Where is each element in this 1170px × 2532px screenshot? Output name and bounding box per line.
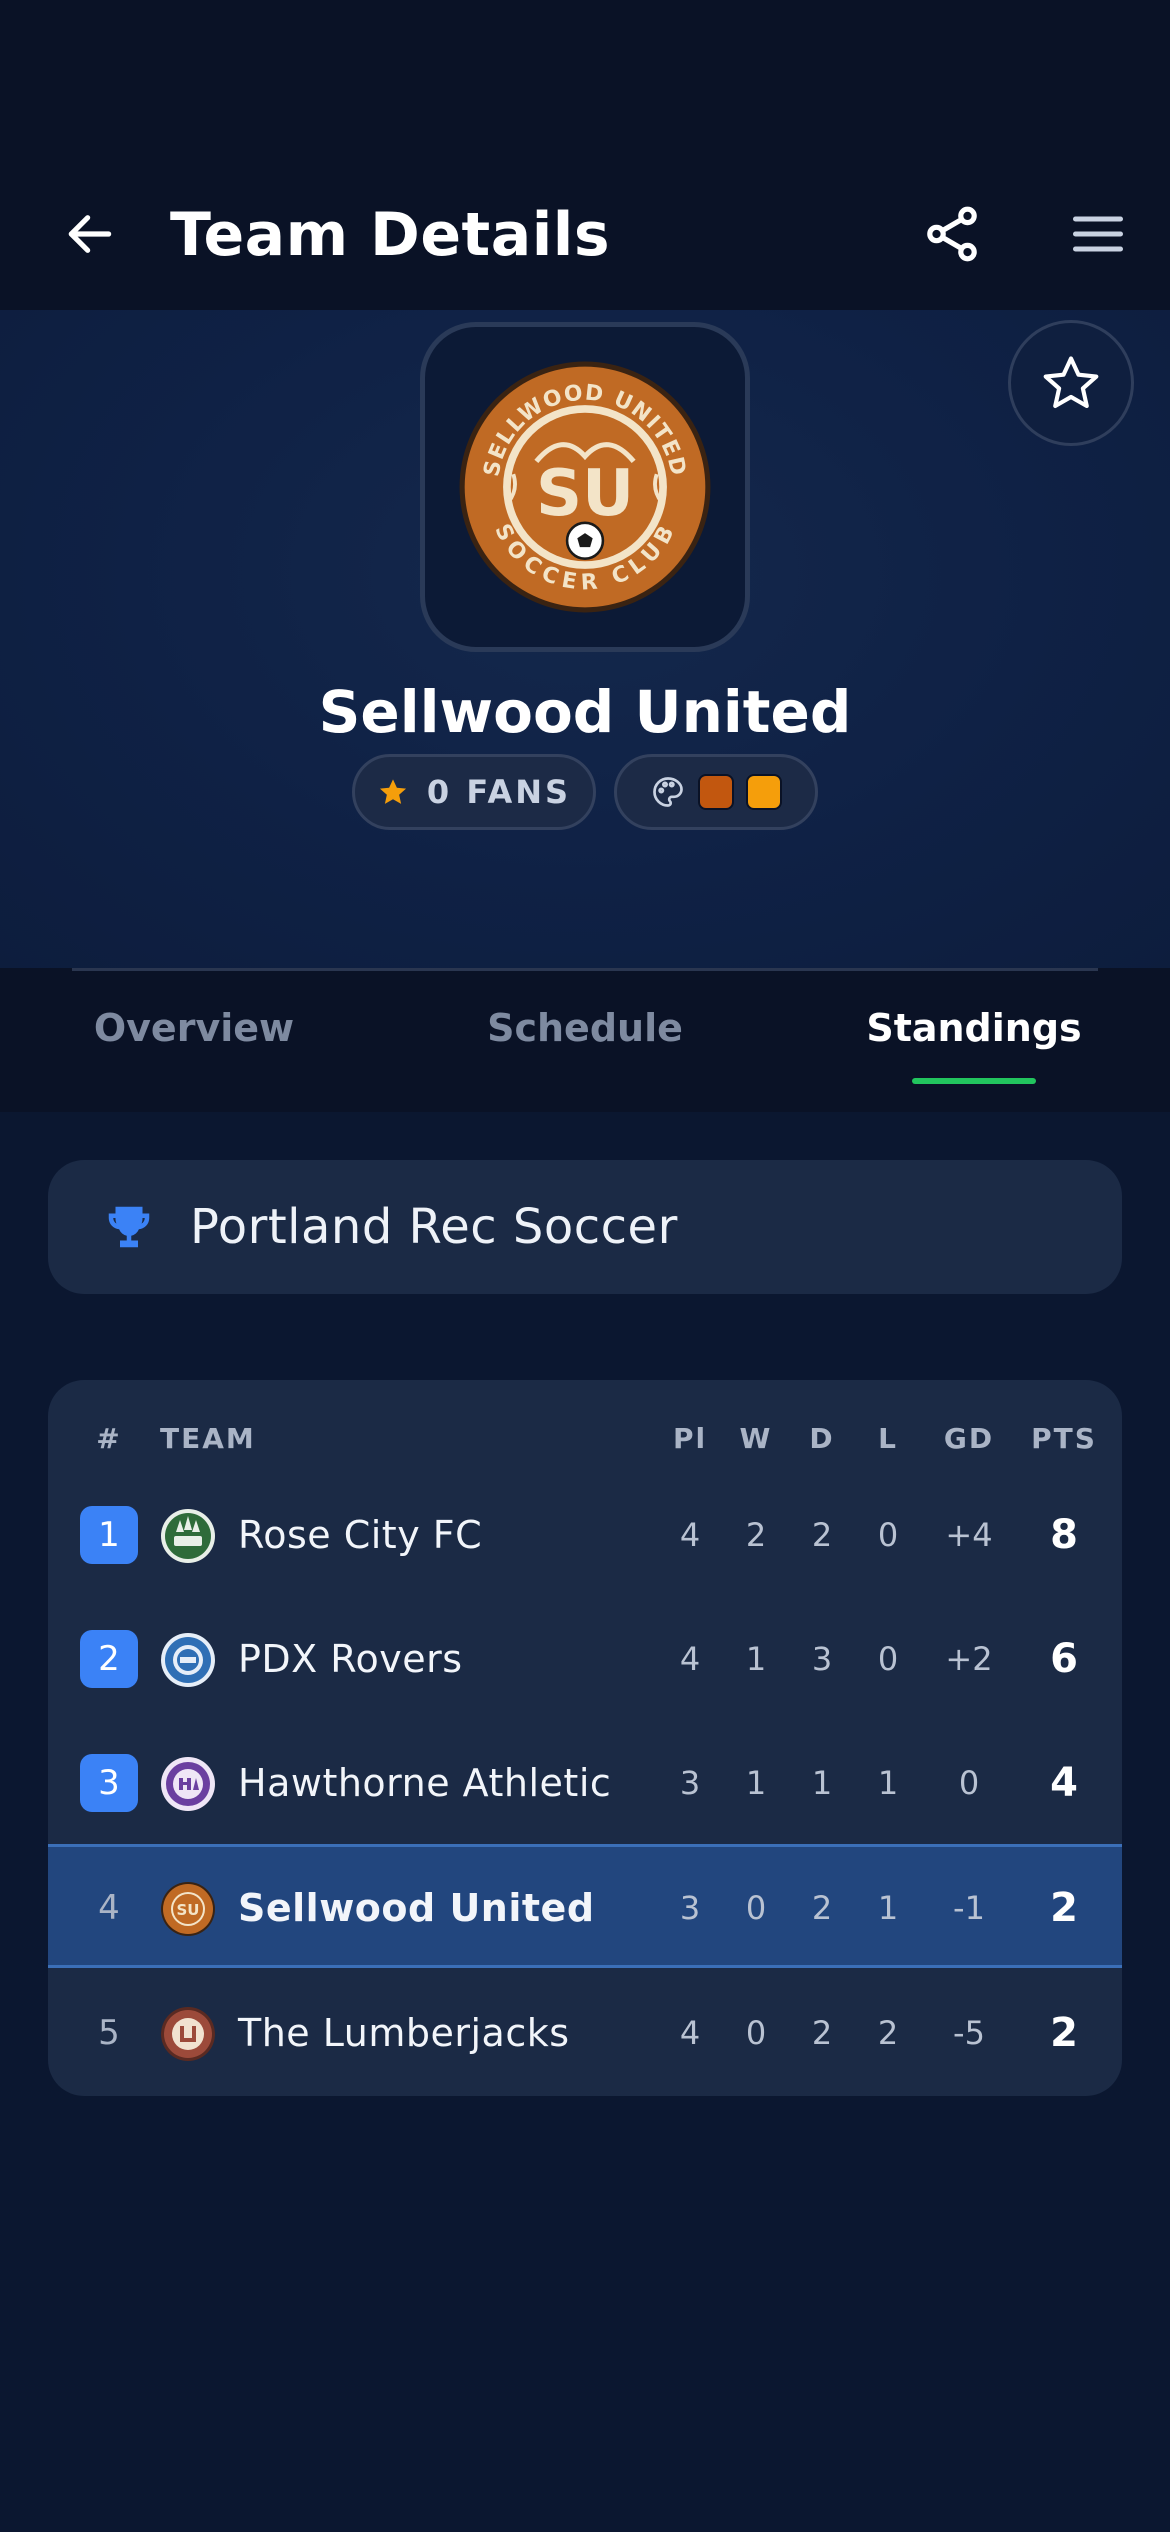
losses-cell: 0 xyxy=(877,1516,899,1554)
draws-cell: 2 xyxy=(811,1516,833,1554)
table-row[interactable]: 5 The Lumberjacks 4 0 2 2 -5 2 xyxy=(48,1972,1122,2096)
table-row-current-team[interactable]: 4 SU Sellwood United 3 0 2 1 -1 2 xyxy=(48,1844,1122,1968)
fans-count-pill[interactable]: 0 FANS xyxy=(352,754,596,830)
tab-bar: Overview Schedule Standings xyxy=(0,968,1170,1112)
played-cell: 4 xyxy=(679,2014,701,2052)
team-logo-hawthorne xyxy=(160,1756,216,1812)
favorite-button[interactable] xyxy=(1008,320,1134,446)
trophy-icon xyxy=(108,1206,150,1248)
points-cell: 8 xyxy=(1050,1512,1078,1558)
losses-cell: 2 xyxy=(877,2014,899,2052)
column-header-draws: D xyxy=(809,1422,835,1455)
tab-standings[interactable]: Standings xyxy=(794,998,1154,1058)
draws-cell: 1 xyxy=(811,1764,833,1802)
rank-label: 4 xyxy=(98,1888,120,1928)
column-header-rank: # xyxy=(96,1422,122,1455)
team-name-cell: Rose City FC xyxy=(238,1513,483,1557)
back-button[interactable] xyxy=(52,196,128,272)
team-name-cell: Sellwood United xyxy=(238,1886,595,1930)
draws-cell: 2 xyxy=(811,1889,833,1927)
column-header-goal-diff: GD xyxy=(943,1422,995,1455)
team-logo-sellwood: SU xyxy=(160,1881,216,1937)
svg-text:SU: SU xyxy=(177,1901,200,1919)
team-logo-pdx-rovers xyxy=(160,1632,216,1688)
wins-cell: 1 xyxy=(745,1640,767,1678)
active-tab-indicator xyxy=(912,1078,1036,1084)
draws-cell: 3 xyxy=(811,1640,833,1678)
team-hero: SELLWOOD UNITED SOCCER CLUB SU Sellwood … xyxy=(0,310,1170,968)
losses-cell: 1 xyxy=(877,1764,899,1802)
hawthorne-crest xyxy=(161,1757,215,1811)
team-name-cell: The Lumberjacks xyxy=(238,2011,570,2055)
rank-badge: 3 xyxy=(80,1754,138,1812)
losses-cell: 0 xyxy=(877,1640,899,1678)
column-header-team: TEAM xyxy=(160,1422,256,1455)
table-row[interactable]: 2 PDX Rovers 4 1 3 0 +2 6 xyxy=(48,1598,1122,1722)
wins-cell: 1 xyxy=(745,1764,767,1802)
goal-diff-cell: +2 xyxy=(945,1640,993,1678)
page-title: Team Details xyxy=(170,200,611,270)
column-header-points: PTS xyxy=(1031,1422,1097,1455)
league-name: Portland Rec Soccer xyxy=(190,1199,678,1255)
played-cell: 3 xyxy=(679,1764,701,1802)
tab-overview[interactable]: Overview xyxy=(14,998,374,1058)
top-app-bar: Team Details xyxy=(0,160,1170,310)
team-crest: SELLWOOD UNITED SOCCER CLUB SU xyxy=(459,361,711,613)
sellwood-crest: SU xyxy=(161,1882,215,1936)
column-header-losses: L xyxy=(878,1422,898,1455)
tab-bar-divider xyxy=(72,968,1098,971)
points-cell: 6 xyxy=(1050,1636,1078,1682)
team-logo-lumberjacks xyxy=(160,2006,216,2062)
rose-city-crest xyxy=(161,1509,215,1563)
team-name-cell: PDX Rovers xyxy=(238,1637,463,1681)
played-cell: 3 xyxy=(679,1889,701,1927)
standings-table: # TEAM Pl W D L GD PTS 1 Rose City FC 4 … xyxy=(48,1380,1122,2096)
losses-cell: 1 xyxy=(877,1889,899,1927)
column-header-wins: W xyxy=(739,1422,773,1455)
table-row[interactable]: 1 Rose City FC 4 2 2 0 +4 8 xyxy=(48,1474,1122,1598)
goal-diff-cell: 0 xyxy=(958,1764,980,1802)
points-cell: 2 xyxy=(1050,1885,1078,1931)
team-color-primary-swatch xyxy=(698,774,734,810)
star-outline-icon xyxy=(1043,356,1099,409)
wins-cell: 2 xyxy=(745,1516,767,1554)
share-icon xyxy=(927,206,977,262)
league-card[interactable]: Portland Rec Soccer xyxy=(48,1160,1122,1294)
points-cell: 2 xyxy=(1050,2010,1078,2056)
goal-diff-cell: -5 xyxy=(953,2014,985,2052)
team-name: Sellwood United xyxy=(318,678,852,746)
tab-schedule[interactable]: Schedule xyxy=(405,998,765,1058)
table-row[interactable]: 3 Hawthorne Athletic 3 1 1 1 0 4 xyxy=(48,1722,1122,1846)
pdx-rovers-crest xyxy=(161,1633,215,1687)
fans-count-label: 0 FANS xyxy=(426,773,572,811)
played-cell: 4 xyxy=(679,1516,701,1554)
team-color-secondary-swatch xyxy=(746,774,782,810)
status-bar-area xyxy=(0,0,1170,160)
star-filled-icon xyxy=(379,779,406,804)
wins-cell: 0 xyxy=(745,1889,767,1927)
wins-cell: 0 xyxy=(745,2014,767,2052)
team-colors-pill xyxy=(614,754,818,830)
played-cell: 4 xyxy=(679,1640,701,1678)
menu-button[interactable] xyxy=(1058,196,1138,272)
svg-text:SU: SU xyxy=(536,457,634,531)
column-header-played: Pl xyxy=(672,1422,708,1455)
share-button[interactable] xyxy=(910,192,994,276)
points-cell: 4 xyxy=(1050,1760,1078,1806)
team-logo-frame: SELLWOOD UNITED SOCCER CLUB SU xyxy=(420,322,750,652)
rank-label: 5 xyxy=(98,2013,120,2053)
draws-cell: 2 xyxy=(811,2014,833,2052)
goal-diff-cell: +4 xyxy=(945,1516,993,1554)
palette-icon xyxy=(653,777,683,807)
team-logo-rose-city xyxy=(160,1508,216,1564)
lumberjacks-crest xyxy=(161,2007,215,2061)
goal-diff-cell: -1 xyxy=(953,1889,985,1927)
arrow-left-icon xyxy=(68,215,112,253)
team-name-cell: Hawthorne Athletic xyxy=(238,1761,612,1805)
rank-badge: 1 xyxy=(80,1506,138,1564)
menu-icon xyxy=(1073,216,1123,252)
rank-badge: 2 xyxy=(80,1630,138,1688)
